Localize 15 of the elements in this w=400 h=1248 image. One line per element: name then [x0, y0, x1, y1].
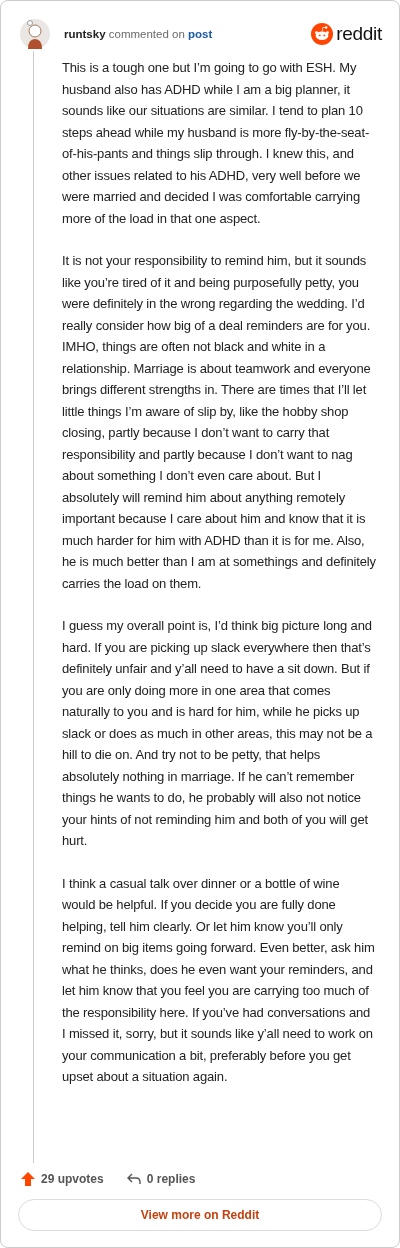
reply-arrow-icon[interactable]	[125, 1171, 142, 1187]
comment-paragraph: It is not your responsibility to remind him, but it sounds like you’re tired of it and being purposefully petty, you were definitely in the wrong regarding the wedding. I’d really consider how big of a deal reminders are for you. IMHO, things are often not black and white in a relationship. Marriage is about teamwork and everyone brings different strengths in. There are times that I’ll let little things I’m aware of slip by, like the hobby shop closing, partly because I don’t want to carry that responsibility and partly because I don’t want to nag about something I don’t even care about. But I absolutely will remind him about anything remotely important because I care about him and know that it is much harder for him with ADHD than it is for me. Also, he is much better than I am at somethings and definitely carries the load on them.	[62, 252, 376, 593]
comment-paragraph: I guess my overall point is, I’d think big picture long and hard. If you are picking up slack everywhere then that’s definitely unfair and y’all need to have a sit down. But if you are only doing more in one area that comes naturally to you and is hard for him, while he picks up slack or does as much in other areas, this may not be a hill to die on. And try not to be petty, that helps absolutely nothing in marriage. If he can’t remember things he wants to do, he probably will also not notice your hints of not reminding him and both of you will get hurt.	[62, 617, 374, 850]
reddit-alien-icon	[311, 23, 334, 45]
upvote-count: 29 upvotes	[41, 1172, 104, 1186]
post-link[interactable]: post	[188, 28, 213, 40]
comment-paragraph: This is a tough one but I’m going to go with ESH. My husband also has ADHD while I am a big planner, it sounds like our situations are similar. I tend to plan 10 steps ahead while my husband is more fly-by-the-seat-of-his-pants and things slip through. I knew this, and other issues related to his ADHD, very well before we were married and decided I was comfortable carrying more of the load in that one aspect.	[62, 59, 371, 228]
username[interactable]: runtsky	[64, 28, 106, 40]
upvote-arrow-icon[interactable]	[20, 1171, 36, 1187]
view-more-button[interactable]: View more on Reddit	[18, 1199, 382, 1231]
brand-name: reddit	[336, 23, 382, 45]
comment-paragraph: I think a casual talk over dinner or a bottle of wine would be helpful. If you decide you are fully done helping, tell him clearly. Or let him know you’ll only remind on big items going forward. Even better, ask him what he thinks, does he even want your reminders, and let him know that you feel you are carrying too much of the responsibility here. If you’ve had conversations and I missed it, sorry, but it sounds like y’all need to work on your communication a bit, preferably before you get upset about a situation again.	[62, 874, 376, 1086]
action-text: commented on	[108, 28, 185, 40]
avatar-icon	[20, 19, 50, 49]
reply-count: 0 replies	[146, 1172, 196, 1186]
